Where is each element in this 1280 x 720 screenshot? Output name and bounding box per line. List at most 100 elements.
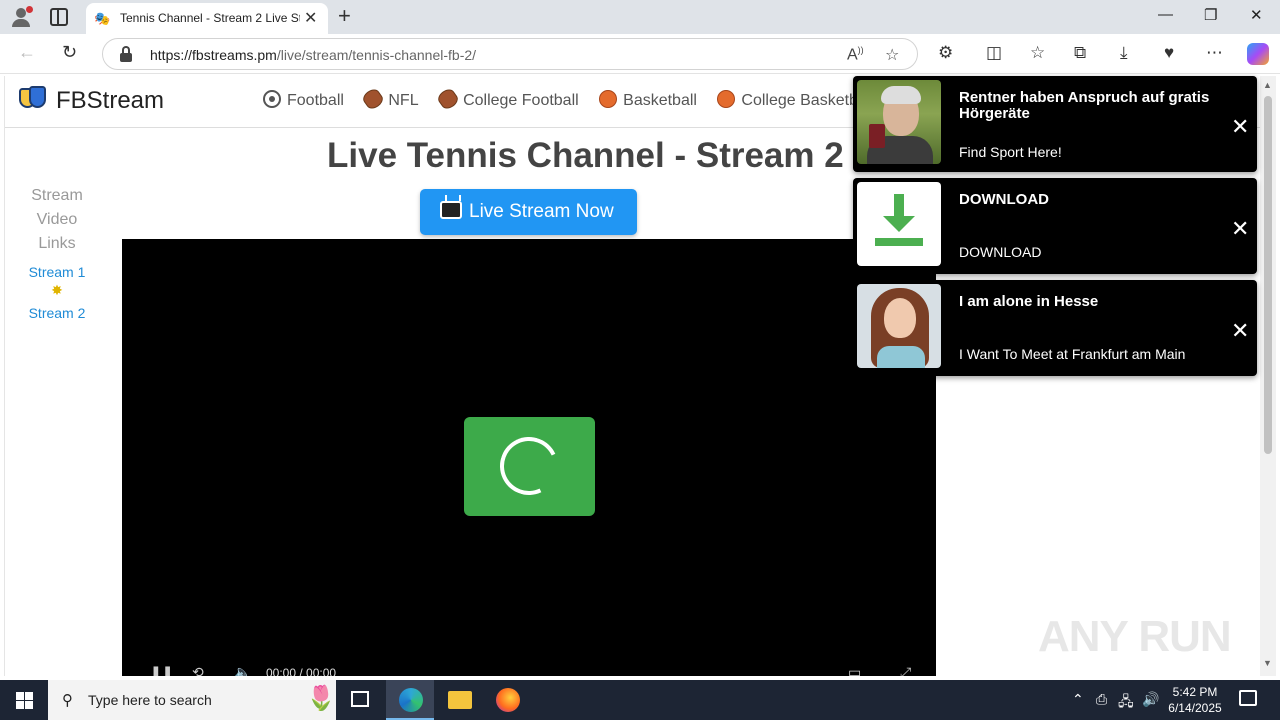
- taskbar-explorer-button[interactable]: [436, 680, 484, 720]
- lock-icon[interactable]: [119, 46, 133, 62]
- pause-icon[interactable]: ❚❚: [150, 664, 173, 676]
- ad-subtext: DOWNLOAD: [959, 244, 1042, 260]
- soccer-ball-icon: [263, 90, 281, 108]
- live-stream-now-button[interactable]: Live Stream Now: [420, 189, 637, 235]
- network-icon[interactable]: 🖧: [1118, 691, 1134, 715]
- scroll-down-icon[interactable]: ▼: [1263, 658, 1272, 668]
- tv-icon: [440, 201, 462, 219]
- ad-close-icon[interactable]: ✕: [1231, 216, 1249, 242]
- ad-card[interactable]: Rentner haben Anspruch auf gratis Hörger…: [853, 76, 1257, 172]
- basketball-icon: [599, 90, 618, 108]
- tab-close-icon[interactable]: ✕: [304, 8, 317, 28]
- ad-headline: Rentner haben Anspruch auf gratis Hörger…: [959, 89, 1210, 122]
- nav-nfl[interactable]: NFL: [360, 86, 419, 112]
- downloads-icon[interactable]: ⤓: [1120, 43, 1128, 63]
- browser-toolbar: ← ↻ https://fbstreams.pm/live/stream/ten…: [0, 34, 1280, 74]
- tab-active[interactable]: 🎭 Tennis Channel - Stream 2 Live Str ✕: [86, 3, 328, 34]
- ad-card[interactable]: I am alone in Hesse I Want To Meet at Fr…: [853, 280, 1257, 376]
- nav-label: NFL: [388, 92, 419, 109]
- volume-icon[interactable]: 🔈: [234, 664, 251, 676]
- tab-actions-icon[interactable]: [50, 8, 68, 26]
- taskbar-edge-button[interactable]: [386, 680, 434, 720]
- windows-taskbar: ⚲ Type here to search 🌷 ⌃ ⎙ 🖧 🔊 5:42 PM …: [0, 680, 1280, 720]
- ad-thumbnail-image: [857, 284, 941, 368]
- theater-masks-logo-icon[interactable]: [19, 86, 47, 114]
- url-path: /live/stream/tennis-channel-fb-2/: [276, 47, 477, 63]
- favicon-icon: 🎭: [94, 11, 111, 26]
- search-icon: ⚲: [62, 692, 73, 709]
- page-title: Live Tennis Channel - Stream 2 St: [327, 136, 889, 175]
- loading-spinner-icon: [491, 428, 567, 504]
- split-screen-icon[interactable]: ◫: [986, 43, 1002, 63]
- taskbar-search-box[interactable]: ⚲ Type here to search 🌷: [48, 680, 336, 720]
- tab-title: Tennis Channel - Stream 2 Live Str: [120, 11, 300, 25]
- task-view-icon: [351, 691, 369, 707]
- page-scrollbar[interactable]: ▲ ▼: [1260, 76, 1276, 676]
- taskbar-firefox-button[interactable]: [484, 680, 532, 720]
- ad-card[interactable]: DOWNLOAD DOWNLOAD ✕: [853, 178, 1257, 274]
- minimize-icon[interactable]: —: [1158, 6, 1173, 23]
- more-menu-icon[interactable]: ⋯: [1206, 43, 1223, 63]
- nav-label: College Football: [463, 92, 579, 109]
- clock-date: 6/14/2025: [1168, 701, 1222, 715]
- address-bar[interactable]: https://fbstreams.pm/live/stream/tennis-…: [102, 38, 918, 70]
- fullscreen-icon[interactable]: ⤢: [900, 664, 911, 676]
- nav-football[interactable]: Football: [263, 90, 344, 110]
- restore-icon[interactable]: ❐: [1204, 6, 1217, 24]
- taskbar-clock[interactable]: 5:42 PM 6/14/2025: [1162, 684, 1228, 716]
- live-button-label: Live Stream Now: [469, 201, 614, 222]
- copilot-icon[interactable]: [1247, 43, 1269, 65]
- back-icon[interactable]: ←: [18, 42, 36, 63]
- nav-label: Football: [287, 92, 344, 109]
- browser-tabstrip: 🎭 Tennis Channel - Stream 2 Live Str ✕ +…: [0, 0, 1280, 34]
- ad-thumbnail-image: [857, 80, 941, 164]
- task-view-button[interactable]: [336, 680, 384, 720]
- download-arrow-icon: [857, 182, 941, 266]
- loading-spinner-box: [464, 417, 595, 516]
- read-aloud-icon[interactable]: A)): [847, 45, 864, 64]
- nav-label: Basketball: [623, 92, 697, 109]
- url-host: https://fbstreams.pm: [150, 47, 277, 63]
- video-player[interactable]: ❚❚ ⟲ 🔈 00:00 / 00:00 ▭ ⤢: [122, 239, 936, 676]
- nav-basketball[interactable]: Basketball: [599, 90, 697, 110]
- performance-icon[interactable]: ♥: [1164, 43, 1174, 63]
- favorite-star-icon[interactable]: ☆: [885, 45, 899, 65]
- tray-chevron-up-icon[interactable]: ⌃: [1072, 691, 1084, 708]
- stream-2-link[interactable]: Stream 2: [17, 305, 97, 321]
- ad-close-icon[interactable]: ✕: [1231, 318, 1249, 344]
- ad-subtext: I Want To Meet at Frankfurt am Main: [959, 346, 1186, 362]
- close-window-icon[interactable]: ✕: [1250, 6, 1263, 24]
- search-highlight-flowers-icon: 🌷: [306, 685, 336, 712]
- rewind-icon[interactable]: ⟲: [192, 664, 204, 676]
- sidebar-title-line: Video: [36, 211, 78, 228]
- sidebar-title-line: Stream: [31, 187, 83, 204]
- new-tab-icon[interactable]: +: [338, 3, 351, 29]
- favorites-icon[interactable]: ☆: [1030, 43, 1045, 63]
- edge-icon: [399, 688, 423, 712]
- collections-icon[interactable]: ⧉: [1074, 43, 1086, 63]
- volume-tray-icon[interactable]: 🔊: [1142, 691, 1159, 708]
- ad-close-icon[interactable]: ✕: [1231, 114, 1249, 140]
- notifications-icon[interactable]: [1239, 690, 1257, 706]
- stream-1-link[interactable]: Stream 1: [17, 264, 97, 280]
- extensions-icon[interactable]: ⚙: [938, 43, 953, 63]
- site-logo-text[interactable]: FBStream: [56, 87, 164, 115]
- american-football-icon: [435, 86, 461, 112]
- profile-icon[interactable]: [10, 6, 33, 28]
- file-explorer-icon: [448, 691, 472, 709]
- stream-links-sidebar: Stream Video Links Stream 1 ✸ Stream 2: [17, 184, 97, 321]
- clock-time: 5:42 PM: [1172, 685, 1218, 699]
- site-nav: Football NFL College Football Basketball…: [263, 86, 883, 112]
- anyrun-watermark: ANY RUN: [1038, 612, 1232, 661]
- nav-college-football[interactable]: College Football: [435, 86, 579, 112]
- refresh-icon[interactable]: ↻: [62, 42, 77, 63]
- ad-subtext: Find Sport Here!: [959, 144, 1062, 160]
- ad-headline: DOWNLOAD: [959, 191, 1049, 208]
- sidebar-title-line: Links: [38, 235, 76, 252]
- nav-college-basketball[interactable]: College Basketba: [717, 90, 867, 110]
- pip-icon[interactable]: ▭: [848, 664, 861, 676]
- scroll-thumb[interactable]: [1264, 96, 1272, 454]
- scroll-up-icon[interactable]: ▲: [1263, 80, 1272, 90]
- windows-start-icon[interactable]: [16, 692, 33, 709]
- tray-device-icon[interactable]: ⎙: [1096, 691, 1107, 708]
